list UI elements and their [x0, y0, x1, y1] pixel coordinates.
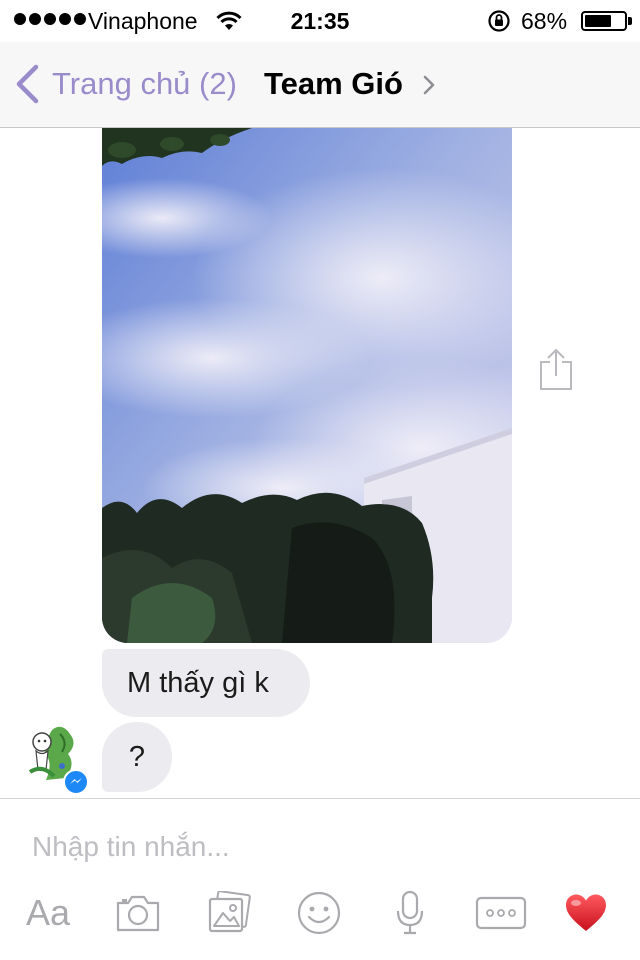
battery-icon — [581, 11, 627, 31]
back-button-label: Trang chủ (2) — [52, 66, 237, 101]
message-list[interactable]: M thấy gì k ? — [0, 128, 640, 798]
text-format-label: Aa — [25, 892, 71, 933]
conversation-title[interactable]: Team Gió — [264, 66, 403, 102]
battery-tip — [628, 17, 632, 25]
message-text: ? — [128, 740, 146, 773]
message-composer: Aa — [0, 798, 640, 960]
messenger-icon — [63, 769, 89, 795]
status-bar: Vinaphone 21:35 68% — [0, 0, 640, 42]
gallery-icon[interactable] — [204, 887, 254, 939]
heart-icon[interactable] — [562, 887, 610, 939]
emoji-icon[interactable] — [294, 887, 344, 939]
more-icon[interactable] — [474, 887, 528, 939]
battery-percent: 68% — [521, 8, 568, 34]
text-format-button[interactable]: Aa — [20, 887, 76, 939]
back-button[interactable]: Trang chủ (2) — [14, 62, 237, 106]
message-text: M thấy gì k — [127, 666, 269, 699]
message-bubble[interactable]: M thấy gì k — [102, 649, 310, 717]
microphone-icon[interactable] — [388, 887, 432, 939]
photo-message[interactable] — [102, 128, 512, 643]
share-icon[interactable] — [538, 348, 574, 397]
chevron-right-icon[interactable] — [423, 75, 435, 100]
chevron-left-icon — [16, 64, 39, 104]
navigation-bar: Trang chủ (2) Team Gió — [0, 42, 640, 128]
message-input[interactable] — [32, 829, 592, 865]
camera-icon[interactable] — [112, 887, 164, 939]
message-bubble[interactable]: ? — [102, 722, 172, 792]
rotation-lock-icon — [487, 9, 511, 39]
